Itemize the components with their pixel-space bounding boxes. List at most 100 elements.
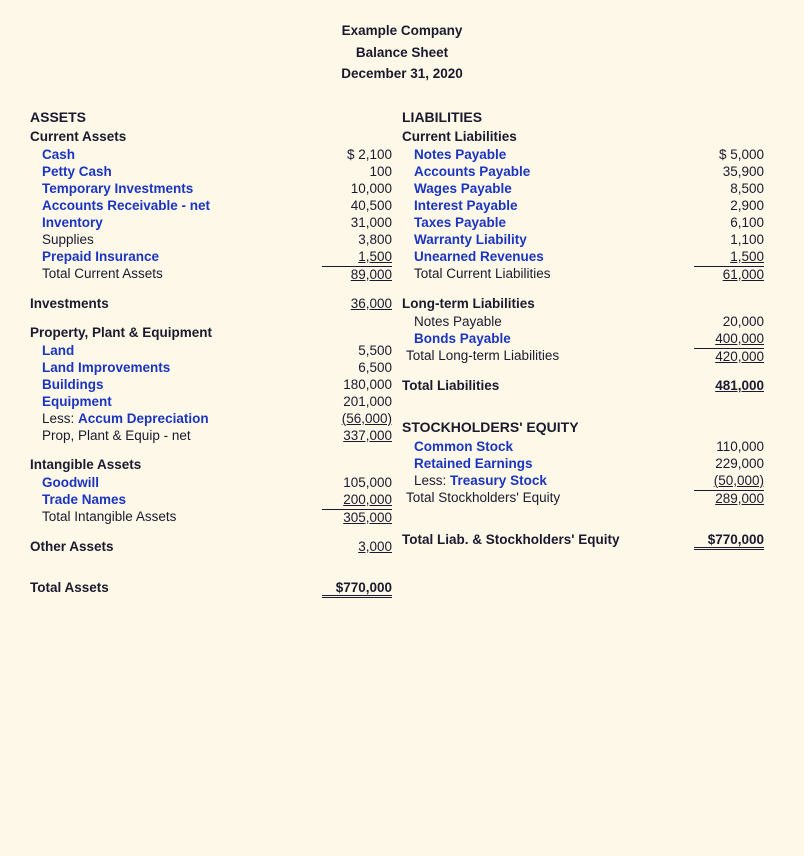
prepaid-insurance-value: 1,500 — [322, 249, 392, 264]
cash-value: $ 2,100 — [322, 147, 392, 162]
other-assets-label: Other Assets — [30, 539, 322, 554]
land-label: Land — [30, 343, 322, 358]
petty-cash-label: Petty Cash — [30, 164, 322, 179]
trade-names-label: Trade Names — [30, 492, 322, 507]
retained-earnings-label: Retained Earnings — [402, 456, 694, 471]
temp-investments-label: Temporary Investments — [30, 181, 322, 196]
land-improvements-label: Land Improvements — [30, 360, 322, 375]
accum-depreciation-blue: Accum Depreciation — [78, 411, 209, 426]
current-liabilities-header: Current Liabilities — [402, 129, 764, 144]
accum-depreciation-row: Less: Accum Depreciation (56,000) — [30, 411, 392, 426]
ppe-net-value: 337,000 — [322, 428, 392, 443]
total-equity-row: Total Stockholders' Equity 289,000 — [402, 490, 764, 506]
petty-cash-value: 100 — [322, 164, 392, 179]
company-name: Example Company — [30, 20, 774, 42]
wages-payable-label: Wages Payable — [402, 181, 694, 196]
total-intangible-row: Total Intangible Assets 305,000 — [30, 509, 392, 525]
balance-sheet-layout: ASSETS Current Assets Cash $ 2,100 Petty… — [30, 109, 774, 600]
land-value: 5,500 — [322, 343, 392, 358]
assets-header: ASSETS — [30, 109, 392, 125]
warranty-liability-label: Warranty Liability — [402, 232, 694, 247]
common-stock-value: 110,000 — [694, 439, 764, 454]
report-date: December 31, 2020 — [30, 63, 774, 85]
warranty-liability-value: 1,100 — [694, 232, 764, 247]
taxes-payable-label: Taxes Payable — [402, 215, 694, 230]
total-combined-row: Total Liab. & Stockholders' Equity $770,… — [402, 532, 764, 550]
total-liabilities-row: Total Liabilities 481,000 — [402, 378, 764, 393]
temp-investments-row: Temporary Investments 10,000 — [30, 181, 392, 196]
investments-value: 36,000 — [322, 296, 392, 311]
treasury-stock-blue: Treasury Stock — [450, 473, 547, 488]
treasury-stock-label: Less: Treasury Stock — [402, 473, 694, 488]
current-assets-header: Current Assets — [30, 129, 392, 144]
total-current-liabilities-label: Total Current Liabilities — [402, 266, 694, 282]
trade-names-value: 200,000 — [322, 492, 392, 507]
total-current-assets-label: Total Current Assets — [30, 266, 322, 282]
bonds-payable-label: Bonds Payable — [402, 331, 694, 346]
taxes-payable-row: Taxes Payable 6,100 — [402, 215, 764, 230]
accounts-receivable-label: Accounts Receivable - net — [30, 198, 322, 213]
total-current-liabilities-row: Total Current Liabilities 61,000 — [402, 266, 764, 282]
wages-payable-value: 8,500 — [694, 181, 764, 196]
petty-cash-row: Petty Cash 100 — [30, 164, 392, 179]
total-equity-value: 289,000 — [694, 490, 764, 506]
retained-earnings-value: 229,000 — [694, 456, 764, 471]
inventory-value: 31,000 — [322, 215, 392, 230]
other-assets-value: 3,000 — [322, 539, 392, 554]
total-liabilities-value: 481,000 — [694, 378, 764, 393]
intangible-header: Intangible Assets — [30, 457, 392, 472]
cash-row: Cash $ 2,100 — [30, 147, 392, 162]
goodwill-row: Goodwill 105,000 — [30, 475, 392, 490]
land-improvements-row: Land Improvements 6,500 — [30, 360, 392, 375]
investments-label: Investments — [30, 296, 322, 311]
trade-names-row: Trade Names 200,000 — [30, 492, 392, 507]
buildings-row: Buildings 180,000 — [30, 377, 392, 392]
equipment-value: 201,000 — [322, 394, 392, 409]
prepaid-insurance-row: Prepaid Insurance 1,500 — [30, 249, 392, 264]
ppe-net-label: Prop, Plant & Equip - net — [30, 428, 322, 443]
total-longterm-liabilities-label: Total Long-term Liabilities — [402, 348, 694, 364]
equipment-row: Equipment 201,000 — [30, 394, 392, 409]
land-improvements-value: 6,500 — [322, 360, 392, 375]
accounts-receivable-value: 40,500 — [322, 198, 392, 213]
treasury-stock-row: Less: Treasury Stock (50,000) — [402, 473, 764, 488]
total-current-liabilities-value: 61,000 — [694, 266, 764, 282]
bonds-payable-value: 400,000 — [694, 331, 764, 346]
page-header: Example Company Balance Sheet December 3… — [30, 20, 774, 85]
total-current-assets-row: Total Current Assets 89,000 — [30, 266, 392, 282]
inventory-row: Inventory 31,000 — [30, 215, 392, 230]
total-assets-label: Total Assets — [30, 580, 322, 595]
liabilities-header: LIABILITIES — [402, 109, 764, 125]
total-combined-value: $770,000 — [694, 532, 764, 550]
accounts-receivable-row: Accounts Receivable - net 40,500 — [30, 198, 392, 213]
inventory-label: Inventory — [30, 215, 322, 230]
total-liabilities-label: Total Liabilities — [402, 378, 694, 393]
accum-depreciation-value: (56,000) — [322, 411, 392, 426]
total-current-assets-value: 89,000 — [322, 266, 392, 282]
total-longterm-liabilities-value: 420,000 — [694, 348, 764, 364]
other-assets-row: Other Assets 3,000 — [30, 539, 392, 554]
notes-payable-lt-value: 20,000 — [694, 314, 764, 329]
interest-payable-row: Interest Payable 2,900 — [402, 198, 764, 213]
common-stock-label: Common Stock — [402, 439, 694, 454]
temp-investments-value: 10,000 — [322, 181, 392, 196]
accounts-payable-label: Accounts Payable — [402, 164, 694, 179]
notes-payable-lt-label: Notes Payable — [402, 314, 694, 329]
investments-row: Investments 36,000 — [30, 296, 392, 311]
buildings-value: 180,000 — [322, 377, 392, 392]
report-title: Balance Sheet — [30, 42, 774, 64]
retained-earnings-row: Retained Earnings 229,000 — [402, 456, 764, 471]
goodwill-value: 105,000 — [322, 475, 392, 490]
cash-label: Cash — [30, 147, 322, 162]
liabilities-column: LIABILITIES Current Liabilities Notes Pa… — [402, 109, 774, 600]
total-equity-label: Total Stockholders' Equity — [402, 490, 694, 506]
unearned-revenues-label: Unearned Revenues — [402, 249, 694, 264]
longterm-liabilities-header: Long-term Liabilities — [402, 296, 764, 311]
interest-payable-value: 2,900 — [694, 198, 764, 213]
treasury-stock-value: (50,000) — [694, 473, 764, 488]
ppe-net-row: Prop, Plant & Equip - net 337,000 — [30, 428, 392, 443]
total-combined-label: Total Liab. & Stockholders' Equity — [402, 532, 694, 547]
buildings-label: Buildings — [30, 377, 322, 392]
land-row: Land 5,500 — [30, 343, 392, 358]
notes-payable-current-label: Notes Payable — [402, 147, 694, 162]
